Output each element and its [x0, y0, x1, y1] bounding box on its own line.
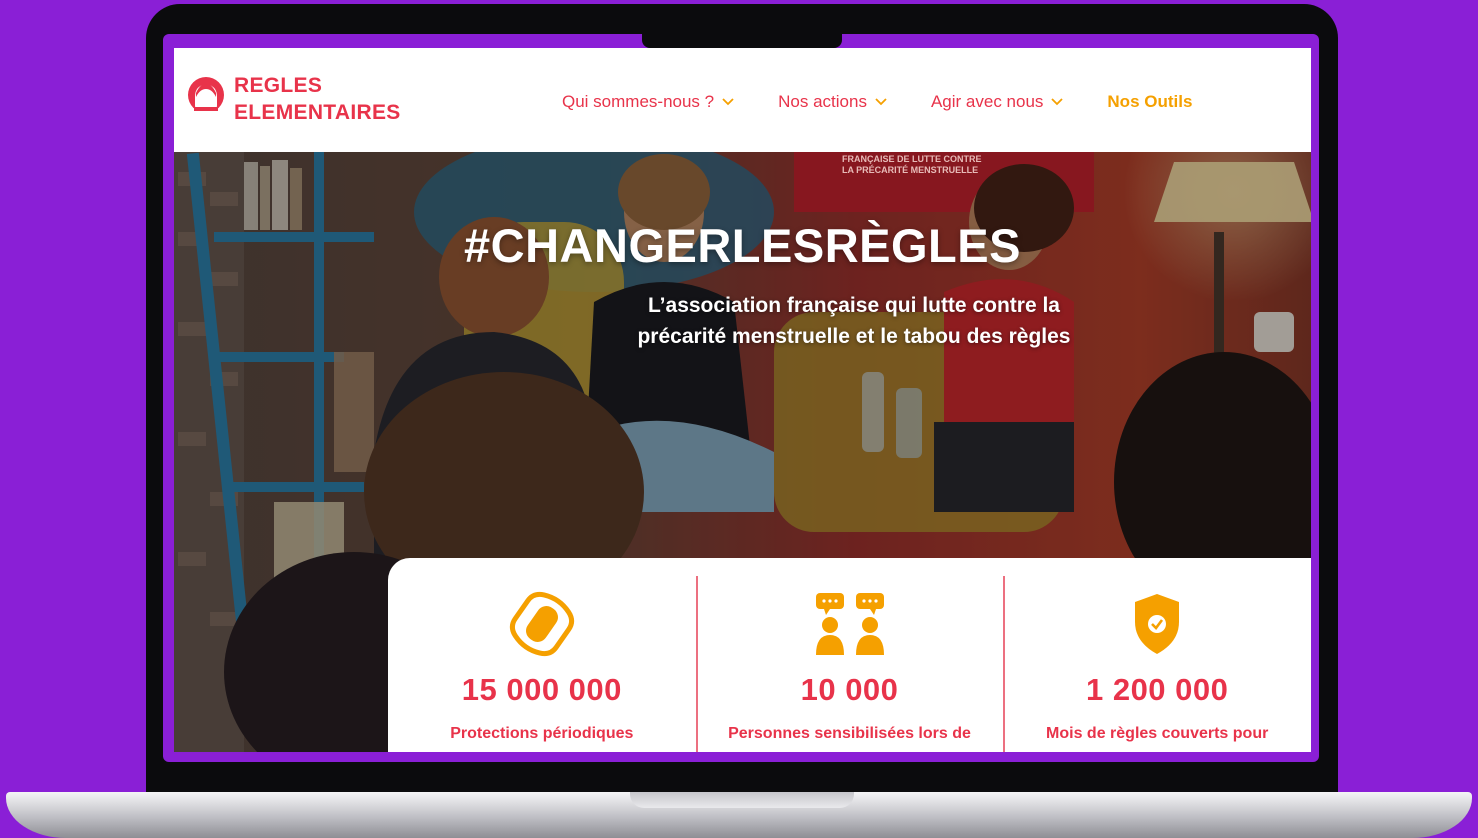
- nav-label: Nos Outils: [1107, 92, 1193, 111]
- chevron-down-icon: [1051, 98, 1064, 106]
- banner-line-1: FRANÇAISE DE LUTTE CONTRE: [842, 154, 982, 164]
- stat-number: 15 000 000: [461, 672, 622, 707]
- stat-description: Personnes sensibilisées lors de nos atel…: [728, 725, 971, 742]
- nav-item-agir-avec-nous[interactable]: Agir avec nous: [930, 92, 1064, 112]
- logo-wordmark: REGLES ELEMENTAIRES: [234, 72, 401, 126]
- hero-section: FRANÇAISE DE LUTTE CONTRE LA PRÉCARITÉ M…: [174, 152, 1311, 752]
- laptop-base-groove: [630, 792, 854, 808]
- website-screen: REGLES ELEMENTAIRES Qui sommes-nous ? No…: [174, 48, 1311, 752]
- stat-number: 10 000: [800, 672, 899, 707]
- stat-personnes: 10 000 Personnes sensibilisées lors de n…: [695, 558, 1004, 752]
- people-talking-icon: [815, 593, 884, 655]
- hero-banner-text: FRANÇAISE DE LUTTE CONTRE LA PRÉCARITÉ M…: [842, 154, 982, 176]
- stat-description: Mois de règles couverts pour des femmes …: [1046, 725, 1269, 742]
- nav-label: Qui sommes-nous ?: [562, 92, 715, 111]
- stat-protections: 15 000 000 Protections périodiques colle…: [388, 558, 696, 752]
- stat-mois-de-regles: 1 200 000 Mois de règles couverts pour d…: [1003, 558, 1311, 752]
- woman-head-logo-icon: [188, 77, 224, 115]
- laptop-notch: [642, 30, 842, 48]
- hero-title: #CHANGERLESRÈGLES: [464, 219, 1021, 272]
- nav-label: Nos actions: [778, 92, 867, 111]
- site-header: REGLES ELEMENTAIRES Qui sommes-nous ? No…: [174, 48, 1311, 152]
- nav-label: Agir avec nous: [930, 92, 1044, 111]
- hero-subtitle: L’association française qui lutte contre…: [637, 294, 1071, 348]
- site-logo[interactable]: REGLES ELEMENTAIRES: [186, 72, 401, 126]
- stat-description: Protections périodiques collectées et re…: [450, 725, 634, 742]
- logo-line-1: REGLES: [234, 74, 323, 97]
- logo-line-2: ELEMENTAIRES: [234, 101, 401, 124]
- stat-number: 1 200 000: [1085, 672, 1229, 707]
- chevron-down-icon: [875, 98, 887, 106]
- shield-check-icon: [1135, 594, 1180, 654]
- banner-line-2: LA PRÉCARITÉ MENSTRUELLE: [842, 165, 979, 175]
- nav-item-nos-actions[interactable]: Nos actions: [778, 92, 887, 112]
- main-nav: Qui sommes-nous ? Nos actions Agir avec …: [562, 92, 1192, 112]
- chevron-down-icon: [722, 98, 734, 106]
- sanitary-pad-icon: [509, 591, 574, 657]
- nav-item-qui-sommes-nous[interactable]: Qui sommes-nous ?: [562, 92, 734, 112]
- nav-item-nos-outils[interactable]: Nos Outils: [1107, 92, 1192, 112]
- stats-card: 15 000 000 Protections périodiques colle…: [388, 558, 1311, 752]
